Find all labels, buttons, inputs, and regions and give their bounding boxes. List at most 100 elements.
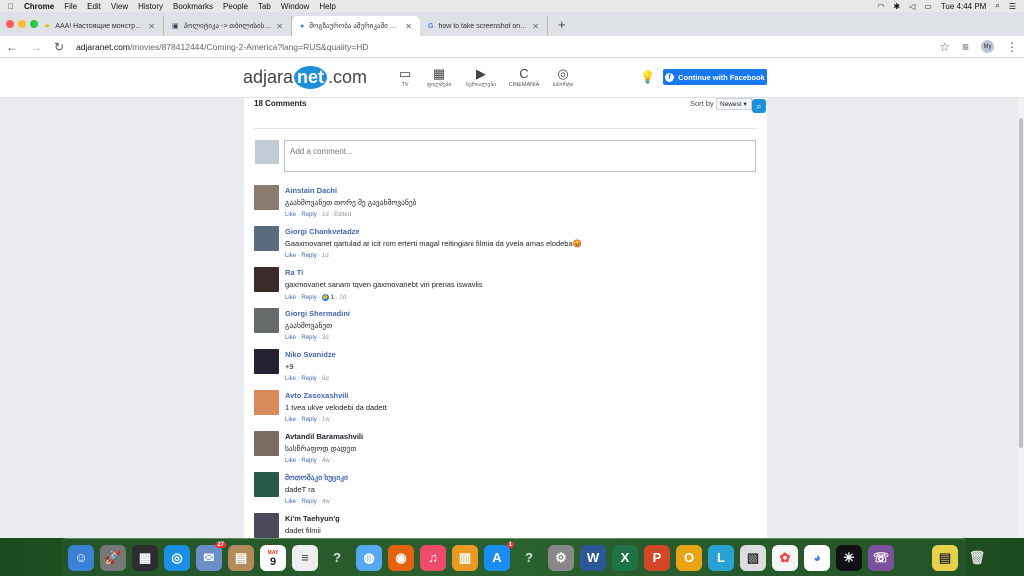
safari-icon[interactable]: ◎ [164,544,190,571]
app-store-icon[interactable]: A1 [484,541,514,571]
reply-link[interactable]: Reply [301,458,316,464]
commenter-avatar[interactable] [254,185,279,210]
commenter-avatar[interactable] [254,513,279,538]
viber-icon[interactable]: ☏ [868,544,894,571]
commenter-avatar[interactable] [254,390,279,415]
menubar-clock[interactable]: Tue 4:44 PM [941,2,987,11]
add-comment-input[interactable]: Add a comment... [284,140,756,172]
close-tab-icon[interactable]: ✕ [405,22,412,31]
chrome-icon[interactable]: ◕ [804,544,830,571]
commenter-avatar[interactable] [254,472,279,497]
trash-icon[interactable]: 🗑 [964,545,990,571]
reply-link[interactable]: Reply [301,499,316,505]
outlook-icon[interactable]: O [676,544,702,571]
tab-google-search[interactable]: G how to take screenshot on imac ✕ [420,16,548,36]
firefox-icon[interactable]: ◉ [388,544,414,571]
launchpad-icon[interactable]: 🚀 [100,544,126,571]
scrollbar-thumb[interactable] [1019,118,1023,448]
sort-select[interactable]: Newest ▾ [716,98,752,110]
mission-control-icon[interactable]: ▦ [132,544,158,571]
messages-icon[interactable]: ◍ [356,544,382,571]
comment-age[interactable]: 1w [322,417,330,423]
apple-icon[interactable]:  [8,2,14,11]
address-bar[interactable]: adjaranet.com/movies/878412444/Coming-2-… [76,42,927,52]
page-scrollbar[interactable] [1018,98,1024,538]
tab-politics[interactable]: ▣ პოლიტიკა -> თბილისის ფული ✕ [164,16,292,36]
comment-age[interactable]: 1d [322,253,329,259]
zoom-window-icon[interactable] [30,20,38,28]
close-tab-icon[interactable]: ✕ [276,22,283,31]
adjaranet-logo[interactable]: adjara net .com [243,66,367,89]
like-link[interactable]: Like [285,417,296,423]
nav-movies[interactable]: ▦ ფილმები [418,66,460,88]
commenter-name[interactable]: მოთოშაკი ხუციკი [285,473,348,482]
comment-age[interactable]: 1d [322,212,329,218]
commenter-name[interactable]: Avto Zasoxashvili [285,391,349,400]
mail-icon[interactable]: ✉ 27 [196,541,226,571]
menu-history[interactable]: History [138,2,163,11]
music-icon[interactable]: ♫ [420,544,446,571]
commenter-avatar[interactable] [254,267,279,292]
commenter-name[interactable]: Giorgi Chankvetadze [285,227,360,236]
comment-age[interactable]: 3d [322,335,329,341]
lightbulb-icon[interactable]: 💡 [640,70,655,84]
search-button[interactable]: ⌕ [752,99,766,113]
commenter-avatar[interactable] [254,308,279,333]
menu-file[interactable]: File [64,2,77,11]
like-link[interactable]: Like [285,295,296,301]
finder-icon[interactable]: ☺ [68,544,94,571]
playlist-icon[interactable]: ≡ [962,40,969,54]
volume-icon[interactable]: ◁ [909,2,915,11]
bluetooth-icon[interactable]: ✱ [893,2,900,11]
books-icon[interactable]: ▥ [452,544,478,571]
commenter-avatar[interactable] [254,431,279,456]
close-tab-icon[interactable]: ✕ [148,22,155,31]
tab-monsters[interactable]: ★ AAA! Настоящие монстры смотреть ✕ [36,16,164,36]
reply-link[interactable]: Reply [301,417,316,423]
reply-link[interactable]: Reply [301,212,316,218]
commenter-name[interactable]: Ra Ti [285,268,303,277]
reply-link[interactable]: Reply [301,335,316,341]
continue-with-facebook-button[interactable]: f Continue with Facebook [663,69,767,85]
like-link[interactable]: Like [285,253,296,259]
reply-link[interactable]: Reply [301,253,316,259]
more-menu-icon[interactable]: ⋮ [1006,40,1018,54]
like-link[interactable]: Like [285,458,296,464]
like-link[interactable]: Like [285,335,296,341]
commenter-name[interactable]: Avtandil Baramashvili [285,432,363,441]
like-link[interactable]: Like [285,212,296,218]
comment-age[interactable]: 6d [322,376,329,382]
nav-cinemania[interactable]: C CINEMANIA [503,66,545,88]
menu-view[interactable]: View [111,2,128,11]
new-tab-button[interactable]: + [548,17,576,36]
reply-link[interactable]: Reply [301,295,316,301]
spotlight-icon[interactable]: ⌕ [995,1,999,11]
comment-age[interactable]: 4w [322,499,330,505]
powerpoint-icon[interactable]: P [644,544,670,571]
menu-edit[interactable]: Edit [87,2,101,11]
perplexity-icon[interactable]: ✳ [836,544,862,571]
unknown-app-icon[interactable]: ? [324,545,350,571]
close-window-icon[interactable] [6,20,14,28]
commenter-name[interactable]: Ainstain Dachi [285,186,337,195]
reply-link[interactable]: Reply [301,376,316,382]
commenter-avatar[interactable] [254,226,279,251]
menu-window[interactable]: Window [281,2,309,11]
menu-bookmarks[interactable]: Bookmarks [173,2,213,11]
bookmark-star-icon[interactable]: ☆ [939,40,950,54]
downloads-stack-icon[interactable]: ▤ [932,544,958,571]
tab-coming-2-america[interactable]: ● მოგზაურობა ამერიკაში 2 / C ✕ [292,16,420,36]
photos-icon[interactable]: ✿ [772,544,798,571]
back-icon[interactable]: ← [6,40,18,54]
system-preferences-icon[interactable]: ⚙ [548,544,574,571]
reload-icon[interactable]: ↻ [54,40,64,54]
commenter-name[interactable]: Giorgi Shermadini [285,309,350,318]
notes-icon[interactable]: ≡ [292,544,318,571]
calendar-icon[interactable]: MAY 9 [260,544,286,571]
lync-icon[interactable]: L [708,544,734,571]
nav-sport[interactable]: ◎ სპორტი [542,66,584,88]
menu-help[interactable]: Help [319,2,335,11]
battery-icon[interactable]: ▭ [924,2,932,11]
menu-tab[interactable]: Tab [258,2,271,11]
close-tab-icon[interactable]: ✕ [532,22,539,31]
